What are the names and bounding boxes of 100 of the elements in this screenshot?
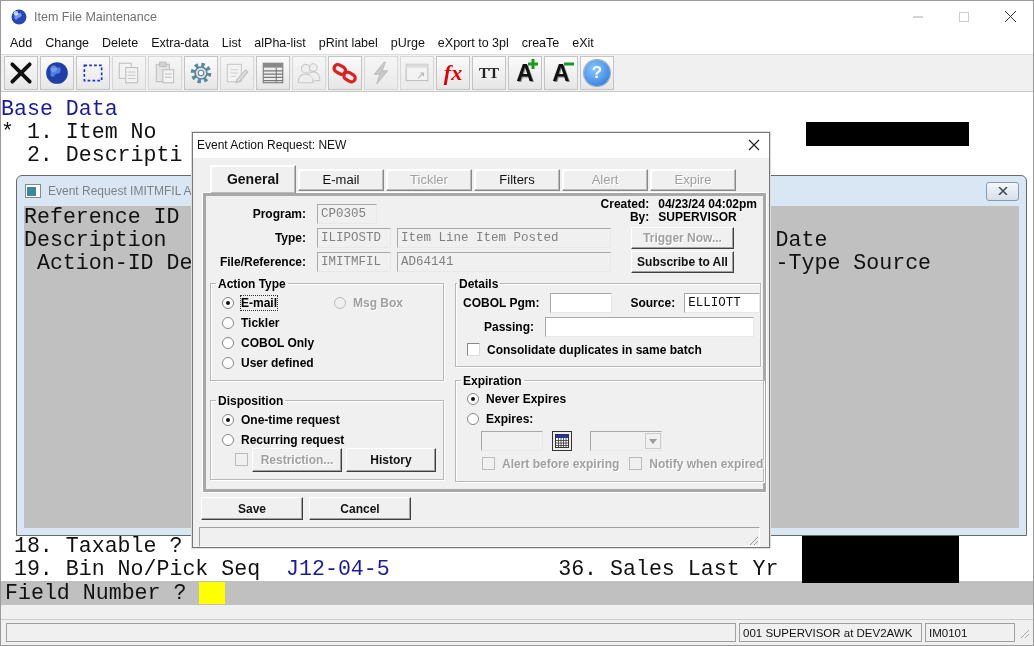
field-prompt: Field Number ? [5,581,187,605]
input-field[interactable] [199,582,226,604]
date-field[interactable] [481,430,543,451]
chain-link-icon [332,60,358,86]
history-button[interactable]: History [346,447,436,472]
dialog-button[interactable]: Save [201,497,303,521]
menu-item[interactable]: alPha-list [254,36,306,50]
option-label: COBOL Only [241,335,315,350]
field-label: Created: [600,197,650,211]
gear-icon [188,60,214,86]
checkbox[interactable] [467,343,480,357]
input-field[interactable] [550,292,613,313]
close-icon [748,139,760,152]
font-smaller-button[interactable]: A [544,56,578,90]
close-icon [997,187,1008,195]
menu-item[interactable]: pUrge [390,36,425,50]
close-icon [1004,11,1016,22]
checkbox-label: Alert before expiring [502,456,620,471]
maximize-icon [959,11,969,22]
field-value: SUPERVISOR [658,210,737,224]
field-label: * 1. Item No [1,121,157,144]
checkbox-label: Consolidate duplicates in same batch [487,342,702,357]
option-label: Recurring request [241,432,345,447]
action-button[interactable]: Subscribe to All [631,250,734,273]
window-title: Item File Maintenance [34,9,157,24]
group-title: Details [458,276,500,291]
font-larger-button[interactable]: A [508,56,542,90]
dialog-title: Event Action Request: NEW [197,138,347,153]
group-title: Disposition [217,393,285,408]
radio-button[interactable] [222,433,234,446]
menu-item[interactable]: Change [45,36,90,50]
option-label: Tickler [241,315,280,330]
menu-item[interactable]: Extra-data [151,36,209,50]
field-label: 36. Sales Last Yr [558,558,779,581]
link-button[interactable] [328,56,362,90]
group-title: Expiration [462,373,523,388]
field-label: Program: [251,206,306,221]
field-label: Type: [273,230,306,245]
group-title: Action Type [217,276,287,291]
option-label: Msg Box [353,295,403,310]
field-label: 2. Descripti [26,144,183,167]
input-field: IMITMFIL [317,251,391,272]
radio-button[interactable] [222,413,234,426]
table-button[interactable] [256,56,290,90]
option-label: One-time request [241,412,340,427]
field-label: File/Reference: [218,254,306,269]
input-field[interactable]: ELLIOTT [684,292,761,313]
window-title: Event Request IMITMFIL A [48,184,192,198]
dialog-button[interactable]: Cancel [309,497,411,521]
settings-button[interactable] [184,56,218,90]
radio-button[interactable] [222,316,234,329]
menu-item[interactable]: eXit [572,36,594,50]
field-label: Source: [630,295,676,310]
table-icon [260,60,286,86]
menu-item[interactable]: List [221,36,242,50]
calendar-icon [555,433,569,448]
status-field: 001 SUPERVISOR at DEV2AWK [739,623,922,642]
radio-button[interactable] [467,392,479,405]
menu-item[interactable]: pRint label [318,36,378,50]
column-header: -Type Source [775,252,932,275]
radio-button[interactable] [222,296,234,309]
column-header: Date [775,229,828,252]
menu-item[interactable]: Add [10,36,33,50]
globe-icon [44,60,70,86]
function-button[interactable]: fx [436,56,470,90]
checkbox-label: Notify when expired [649,456,764,471]
option-label: E-mail [241,295,277,310]
field-label: Passing: [483,319,534,334]
dropdown[interactable] [590,430,662,451]
close-button[interactable] [4,56,38,90]
calendar-button[interactable] [552,430,572,451]
close-button[interactable] [986,181,1019,201]
menu-item[interactable]: creaTe [521,36,560,50]
column-header: Action-ID De [36,252,193,275]
globe-button[interactable] [40,56,74,90]
tab[interactable]: General [210,164,296,193]
radio-button[interactable] [222,356,234,369]
field-label: 18. Taxable ? [13,535,183,558]
menu-item[interactable]: Delete [102,36,139,50]
column-header: Reference ID [24,206,180,229]
tab[interactable]: E-mail [298,168,384,191]
field-value: 04/23/24 04:02pm [658,197,757,211]
menu-item[interactable]: eXport to 3pl [437,36,509,50]
option-label: Expires: [486,411,534,426]
font-button[interactable]: TT [472,56,506,90]
tab[interactable]: Filters [474,168,560,191]
field-label: COBOL Pgm: [463,295,540,310]
field-value: J12-04-5 [286,558,390,581]
option-label: Never Expires [486,391,567,406]
input-field: ILIPOSTD [317,227,391,248]
input-field: Item Line Item Posted [397,227,611,248]
radio-button[interactable] [467,412,479,425]
field-label: 19. Bin No/Pick Seq [13,558,261,581]
column-header: Description [24,229,167,252]
radio-button[interactable] [222,336,234,349]
select-button[interactable] [76,56,110,90]
people-icon [296,60,322,86]
close-icon [8,60,34,86]
input-field[interactable] [545,316,754,337]
field-label: By: [628,210,650,224]
